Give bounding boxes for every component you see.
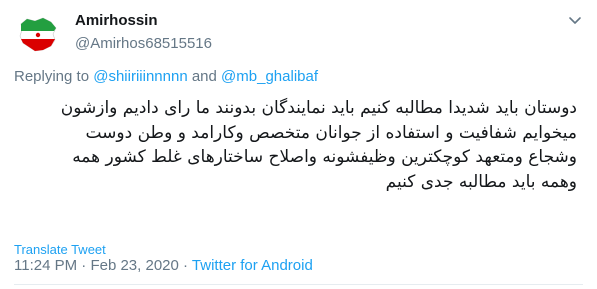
translate-tweet-link[interactable]: Translate Tweet xyxy=(14,242,106,257)
tweet-meta: 11:24 PM · Feb 23, 2020 · Twitter for An… xyxy=(14,256,313,276)
replying-prefix: Replying to xyxy=(14,68,90,85)
replying-to: Replying to @shiiriiinnnnn and @mb_ghali… xyxy=(14,68,318,85)
user-info: Amirhossin @Amirhos68515516 xyxy=(75,11,212,54)
tweet-text: دوستان باید شدیدا مطالبه کنیم باید نماین… xyxy=(17,96,577,194)
tweet-line: میخوایم شفافیت و استفاده از جوانان متخصص… xyxy=(85,122,577,143)
user-handle[interactable]: @Amirhos68515516 xyxy=(75,34,212,54)
tweet-line: وشجاع ومتعهد کوچکترین وظیفشونه واصلاح سا… xyxy=(72,147,577,167)
meta-separator: · xyxy=(81,257,87,274)
mention-link[interactable]: @shiiriiinnnnn xyxy=(93,68,187,85)
iran-flag-map-icon xyxy=(13,10,62,59)
replying-conjunction: and xyxy=(191,68,217,85)
mention-link[interactable]: @mb_ghalibaf xyxy=(221,68,318,85)
meta-separator: · xyxy=(183,257,189,274)
tweet-line: دوستان باید شدیدا مطالبه کنیم باید نماین… xyxy=(60,98,577,118)
chevron-down-icon[interactable] xyxy=(567,12,583,28)
avatar[interactable] xyxy=(13,10,62,59)
tweet-source-link[interactable]: Twitter for Android xyxy=(192,257,313,274)
tweet-date[interactable]: Feb 23, 2020 xyxy=(90,257,178,274)
tweet-time[interactable]: 11:24 PM xyxy=(14,257,77,274)
display-name[interactable]: Amirhossin xyxy=(75,11,212,31)
tweet-line: وهمه باید مطالبه جدی کنیم xyxy=(385,171,577,192)
divider xyxy=(14,284,583,285)
